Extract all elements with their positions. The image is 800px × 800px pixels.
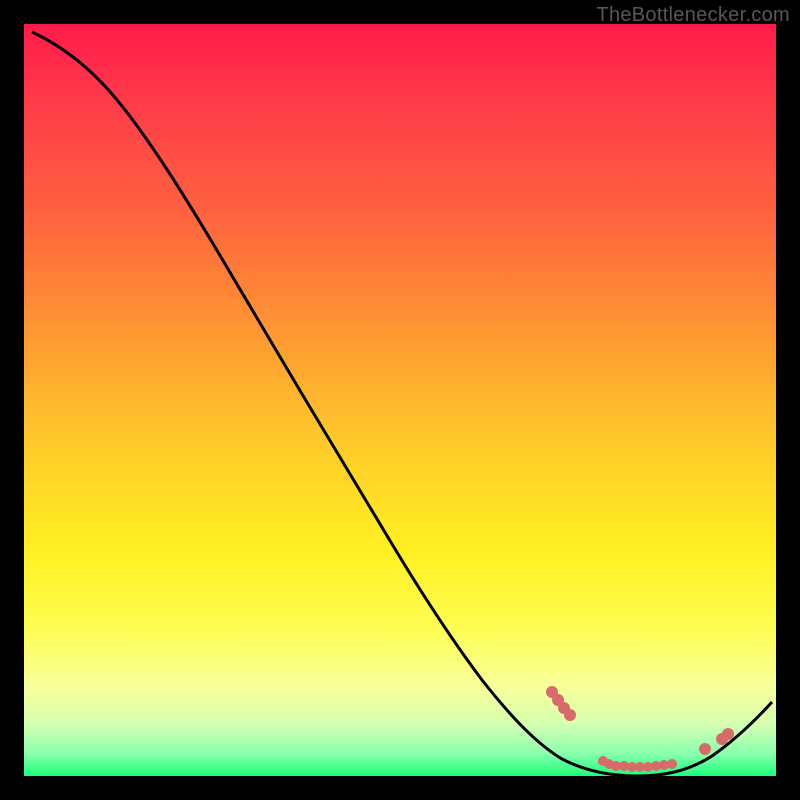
chart-svg [24, 24, 776, 776]
bottleneck-curve [32, 32, 772, 776]
attribution-text: TheBottlenecker.com [596, 4, 790, 27]
chart-frame: TheBottlenecker.com [0, 0, 800, 800]
plot-area [24, 24, 776, 776]
